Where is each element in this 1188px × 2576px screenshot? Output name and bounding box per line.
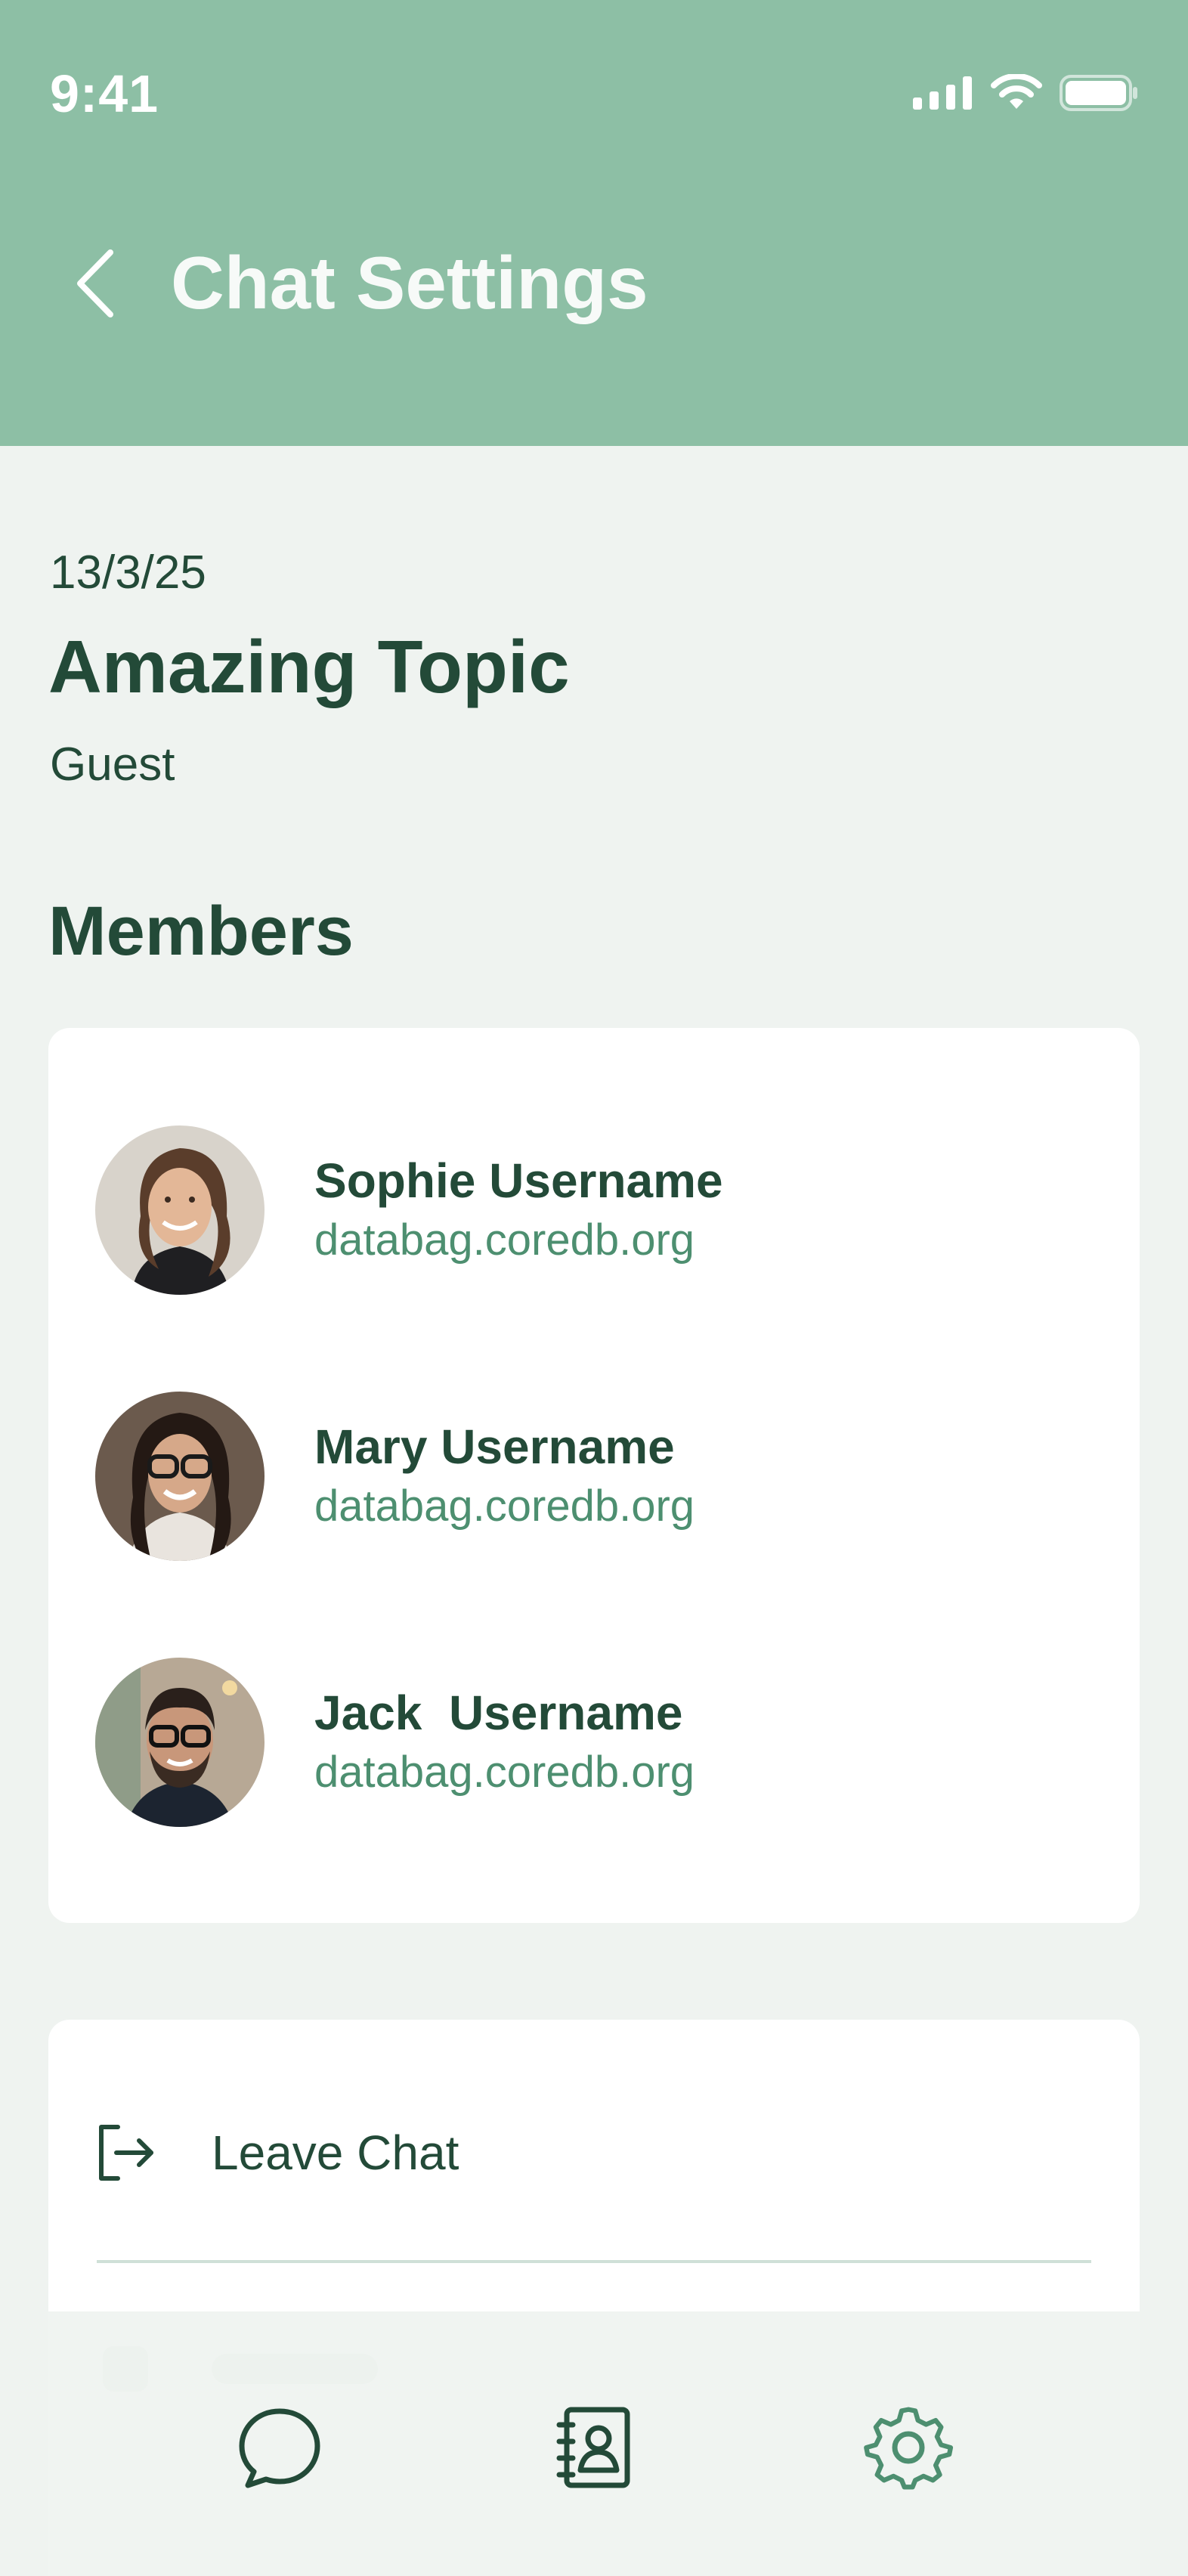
nav-chats[interactable] xyxy=(227,2395,333,2500)
sophie-avatar-image xyxy=(95,1125,265,1295)
leave-chat-label: Leave Chat xyxy=(212,2126,459,2180)
header-bar: 9:41 Chat Settings xyxy=(0,0,1188,446)
mary-avatar-image xyxy=(95,1392,265,1561)
member-row-jack[interactable]: Jack Username databag.coredb.org xyxy=(95,1655,1078,1829)
chat-settings-screen: 9:41 Chat Settings 13/3/25 Amazing Topic… xyxy=(0,0,1188,2576)
topic-name: Amazing Topic xyxy=(48,625,570,708)
member-name: Mary Username xyxy=(314,1419,675,1474)
member-text: Sophie Username databag.coredb.org xyxy=(314,1150,723,1270)
leave-chat-button[interactable]: Leave Chat xyxy=(95,2091,1093,2215)
avatar xyxy=(95,1125,265,1295)
member-name: Sophie Username xyxy=(314,1153,723,1208)
chevron-left-icon xyxy=(77,249,113,317)
back-button[interactable] xyxy=(65,242,125,325)
member-name: Jack Username xyxy=(314,1685,683,1740)
avatar xyxy=(95,1392,265,1561)
status-time: 9:41 xyxy=(50,64,159,123)
chat-bubble-icon xyxy=(239,2408,320,2488)
member-host: databag.coredb.org xyxy=(314,1215,695,1265)
nav-settings[interactable] xyxy=(855,2395,961,2500)
topic-role: Guest xyxy=(50,738,175,791)
member-text: Jack Username databag.coredb.org xyxy=(314,1683,695,1802)
member-host: databag.coredb.org xyxy=(314,1747,695,1797)
member-row-mary[interactable]: Mary Username databag.coredb.org xyxy=(95,1389,1078,1563)
jack-avatar-image xyxy=(95,1658,265,1827)
member-host: databag.coredb.org xyxy=(314,1481,695,1531)
member-text: Mary Username databag.coredb.org xyxy=(314,1416,695,1536)
cellular-signal-icon xyxy=(913,76,972,110)
battery-icon xyxy=(1060,75,1137,111)
gear-icon xyxy=(864,2407,954,2490)
topic-date: 13/3/25 xyxy=(50,546,206,599)
nav-contacts[interactable] xyxy=(541,2395,647,2500)
bottom-nav xyxy=(0,2311,1188,2576)
divider xyxy=(97,2260,1091,2263)
logout-icon xyxy=(99,2125,153,2181)
page-title: Chat Settings xyxy=(171,241,648,324)
member-row-sophie[interactable]: Sophie Username databag.coredb.org xyxy=(95,1123,1078,1297)
members-card: Sophie Username databag.coredb.org Mary … xyxy=(48,1028,1140,1923)
members-heading: Members xyxy=(48,893,354,970)
avatar xyxy=(95,1658,265,1827)
contacts-book-icon xyxy=(556,2407,630,2488)
wifi-icon xyxy=(991,74,1042,109)
status-icons xyxy=(913,74,1138,112)
